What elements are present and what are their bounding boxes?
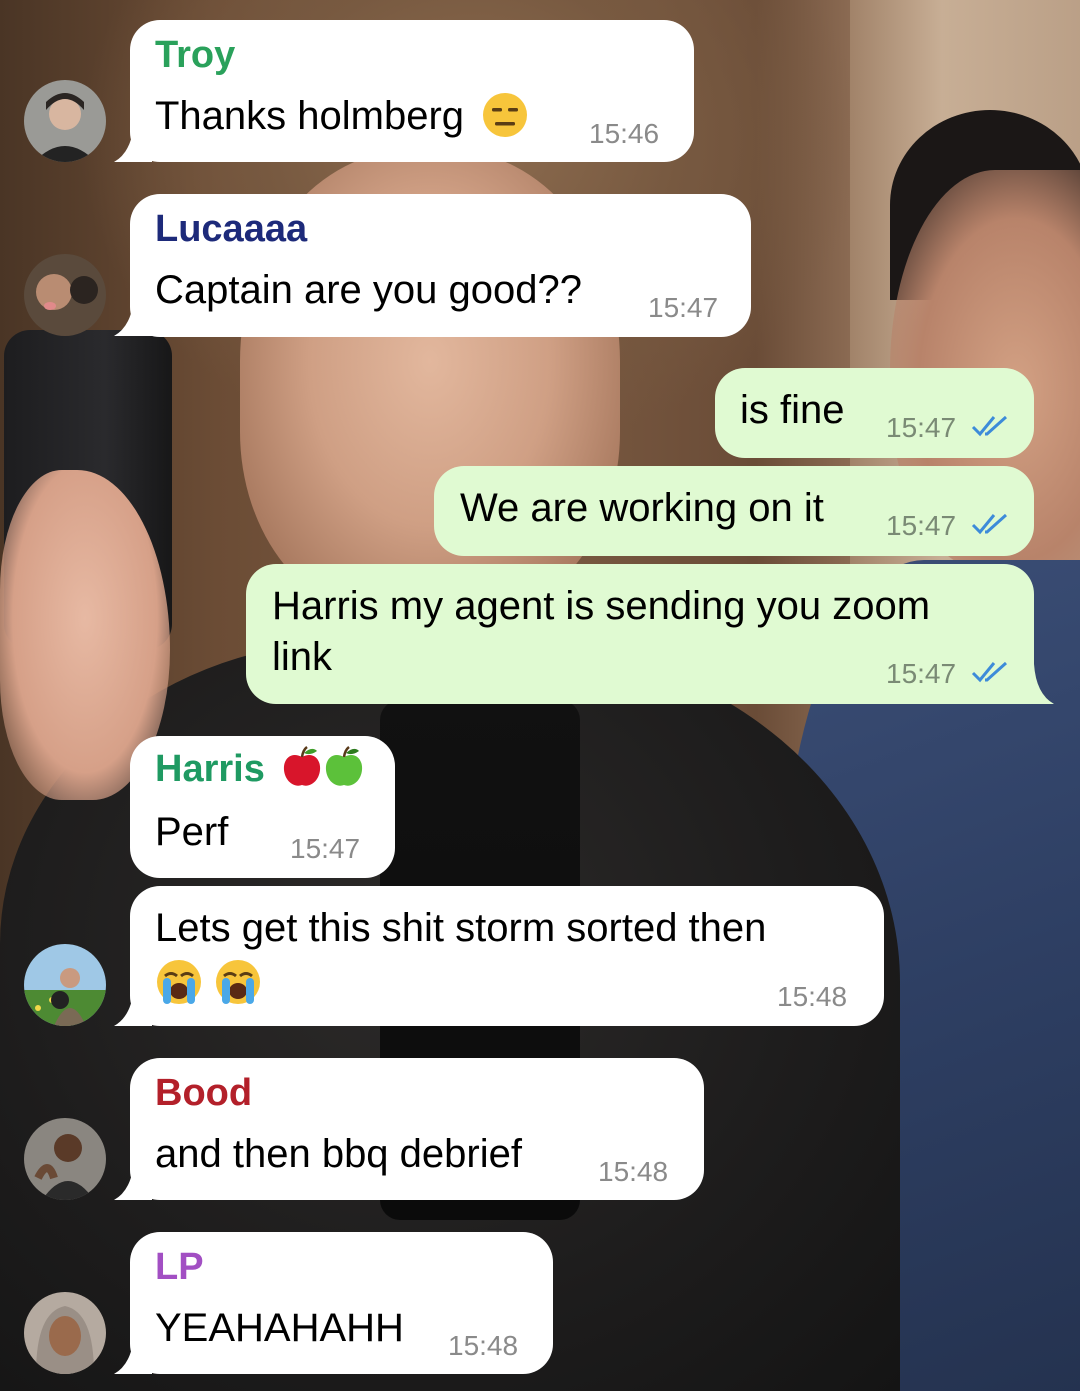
message-time: 15:48	[598, 1156, 669, 1187]
red-apple-icon	[284, 745, 321, 786]
loudly-crying-face-icon	[157, 960, 201, 1005]
message-time: 15:47	[290, 833, 361, 864]
message-time: 15:47	[886, 658, 957, 689]
message-text: Thanks holmberg	[155, 94, 465, 138]
green-apple-icon	[326, 745, 363, 786]
message-text: YEAHAHAHH	[155, 1306, 404, 1350]
avatar-bood[interactable]	[24, 1118, 106, 1200]
message-text: Lets get this shit storm sorted then	[155, 906, 767, 950]
message-text-line-1: Harris my agent is sending you zoom	[272, 584, 931, 628]
message-text: Captain are you good??	[155, 268, 582, 312]
avatar-harris[interactable]	[24, 944, 106, 1026]
sender-name[interactable]: LP	[155, 1246, 204, 1289]
avatar-lp[interactable]	[24, 1292, 106, 1374]
message-time: 15:46	[589, 118, 660, 149]
read-receipt-icon	[971, 513, 1008, 535]
expressionless-face-icon	[483, 93, 528, 138]
sender-name[interactable]: Lucaaaa	[155, 208, 307, 251]
message-text-line-2: link	[272, 635, 333, 679]
message-time: 15:47	[886, 412, 957, 443]
read-receipt-icon	[971, 415, 1008, 437]
sender-name[interactable]: Troy	[155, 34, 235, 77]
message-time: 15:47	[886, 510, 957, 541]
message-time: 15:48	[777, 981, 848, 1012]
message-time: 15:47	[648, 292, 719, 323]
avatar-troy[interactable]	[24, 80, 106, 162]
avatar-lucaaaa[interactable]	[24, 254, 106, 336]
message-time: 15:48	[448, 1330, 519, 1361]
message-text: Perf	[155, 810, 229, 854]
sender-name[interactable]: Harris	[155, 748, 265, 790]
loudly-crying-face-icon	[216, 960, 261, 1005]
message-text: and then bbq debrief	[155, 1132, 522, 1176]
message-text: is fine	[740, 388, 845, 432]
message-text: We are working on it	[460, 486, 824, 530]
read-receipt-icon	[971, 661, 1008, 683]
sender-name[interactable]: Bood	[155, 1072, 252, 1115]
